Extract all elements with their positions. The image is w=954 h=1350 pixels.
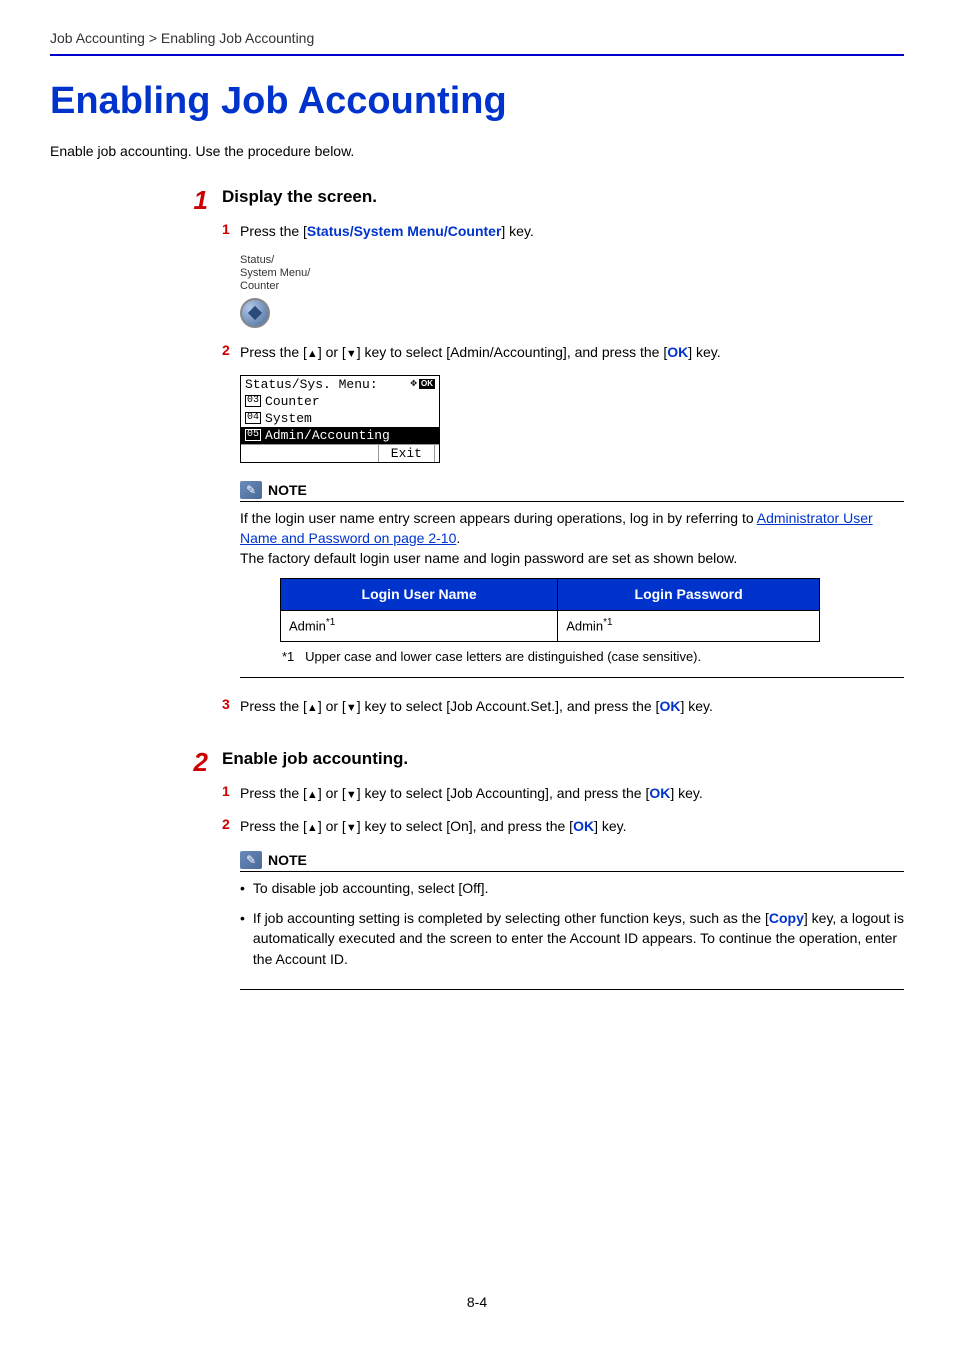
section-2: 2 Enable job accounting. 1 Press the [▲]… [50, 749, 904, 1008]
lcd-screen: Status/Sys. Menu: ✥ OK 03 Counter 04 Sys… [240, 375, 440, 463]
step-1-3: 3 Press the [▲] or [▼] key to select [Jo… [222, 696, 904, 717]
key-label-ok: OK [667, 344, 688, 360]
note-title: NOTE [268, 482, 307, 498]
down-triangle-icon: ▼ [346, 822, 357, 834]
page-title: Enabling Job Accounting [50, 80, 904, 123]
lcd-exit-button: Exit [378, 445, 435, 462]
key-label-ok: OK [649, 785, 670, 801]
footnote: *1 Upper case and lower case letters are… [282, 648, 904, 667]
step-text: Press the [▲] or [▼] key to select [Job … [240, 783, 904, 804]
note-icon [240, 481, 262, 499]
step-number: 1 [222, 221, 240, 242]
up-triangle-icon: ▲ [307, 822, 318, 834]
down-triangle-icon: ▼ [346, 789, 357, 801]
table-cell-username: Admin*1 [281, 610, 558, 641]
section-heading: Display the screen. [222, 187, 904, 207]
breadcrumb: Job Accounting > Enabling Job Accounting [50, 30, 904, 56]
page-number: 8-4 [467, 1294, 487, 1310]
lcd-row-admin: 05 Admin/Accounting [241, 427, 439, 444]
table-cell-password: Admin*1 [558, 610, 820, 641]
down-triangle-icon: ▼ [346, 702, 357, 714]
physical-button-icon [240, 298, 270, 328]
note-box-1: NOTE If the login user name entry screen… [240, 481, 904, 678]
step-2-2: 2 Press the [▲] or [▼] key to select [On… [222, 816, 904, 837]
table-header-password: Login Password [558, 579, 820, 610]
lcd-nav-icons: ✥ OK [410, 379, 435, 390]
key-label-ok: OK [573, 818, 594, 834]
up-triangle-icon: ▲ [307, 348, 318, 360]
up-triangle-icon: ▲ [307, 702, 318, 714]
login-credentials-table: Login User Name Login Password Admin*1 A… [280, 578, 820, 641]
note-bullet-1: • To disable job accounting, select [Off… [240, 878, 904, 898]
up-triangle-icon: ▲ [307, 789, 318, 801]
note-title: NOTE [268, 852, 307, 868]
section-heading: Enable job accounting. [222, 749, 904, 769]
note-box-2: NOTE • To disable job accounting, select… [240, 851, 904, 990]
step-1-1: 1 Press the [Status/System Menu/Counter]… [222, 221, 904, 242]
intro-text: Enable job accounting. Use the procedure… [50, 143, 904, 159]
section-1: 1 Display the screen. 1 Press the [Statu… [50, 187, 904, 729]
step-text: Press the [Status/System Menu/Counter] k… [240, 221, 904, 242]
step-number: 2 [222, 342, 240, 363]
section-number: 2 [50, 749, 222, 1008]
note-bullet-2: • If job accounting setting is completed… [240, 908, 904, 969]
step-number: 3 [222, 696, 240, 717]
key-label: Status/System Menu/Counter [307, 223, 501, 239]
step-1-2: 2 Press the [▲] or [▼] key to select [Ad… [222, 342, 904, 363]
key-label-ok: OK [659, 698, 680, 714]
step-number: 1 [222, 783, 240, 804]
step-2-1: 1 Press the [▲] or [▼] key to select [Jo… [222, 783, 904, 804]
nav-diamond-icon: ✥ [410, 379, 417, 390]
table-header-username: Login User Name [281, 579, 558, 610]
step-text: Press the [▲] or [▼] key to select [Admi… [240, 342, 904, 363]
lcd-row-counter: 03 Counter [241, 393, 439, 410]
step-text: Press the [▲] or [▼] key to select [On],… [240, 816, 904, 837]
note-icon [240, 851, 262, 869]
step-text: Press the [▲] or [▼] key to select [Job … [240, 696, 904, 717]
lcd-row-system: 04 System [241, 410, 439, 427]
lcd-ok-badge: OK [419, 379, 435, 389]
down-triangle-icon: ▼ [346, 348, 357, 360]
button-label: Status/ System Menu/ Counter [240, 254, 904, 294]
lcd-title: Status/Sys. Menu: [245, 377, 378, 392]
button-diagram: Status/ System Menu/ Counter [240, 254, 904, 328]
section-number: 1 [50, 187, 222, 729]
step-number: 2 [222, 816, 240, 837]
key-label-copy: Copy [769, 910, 804, 926]
